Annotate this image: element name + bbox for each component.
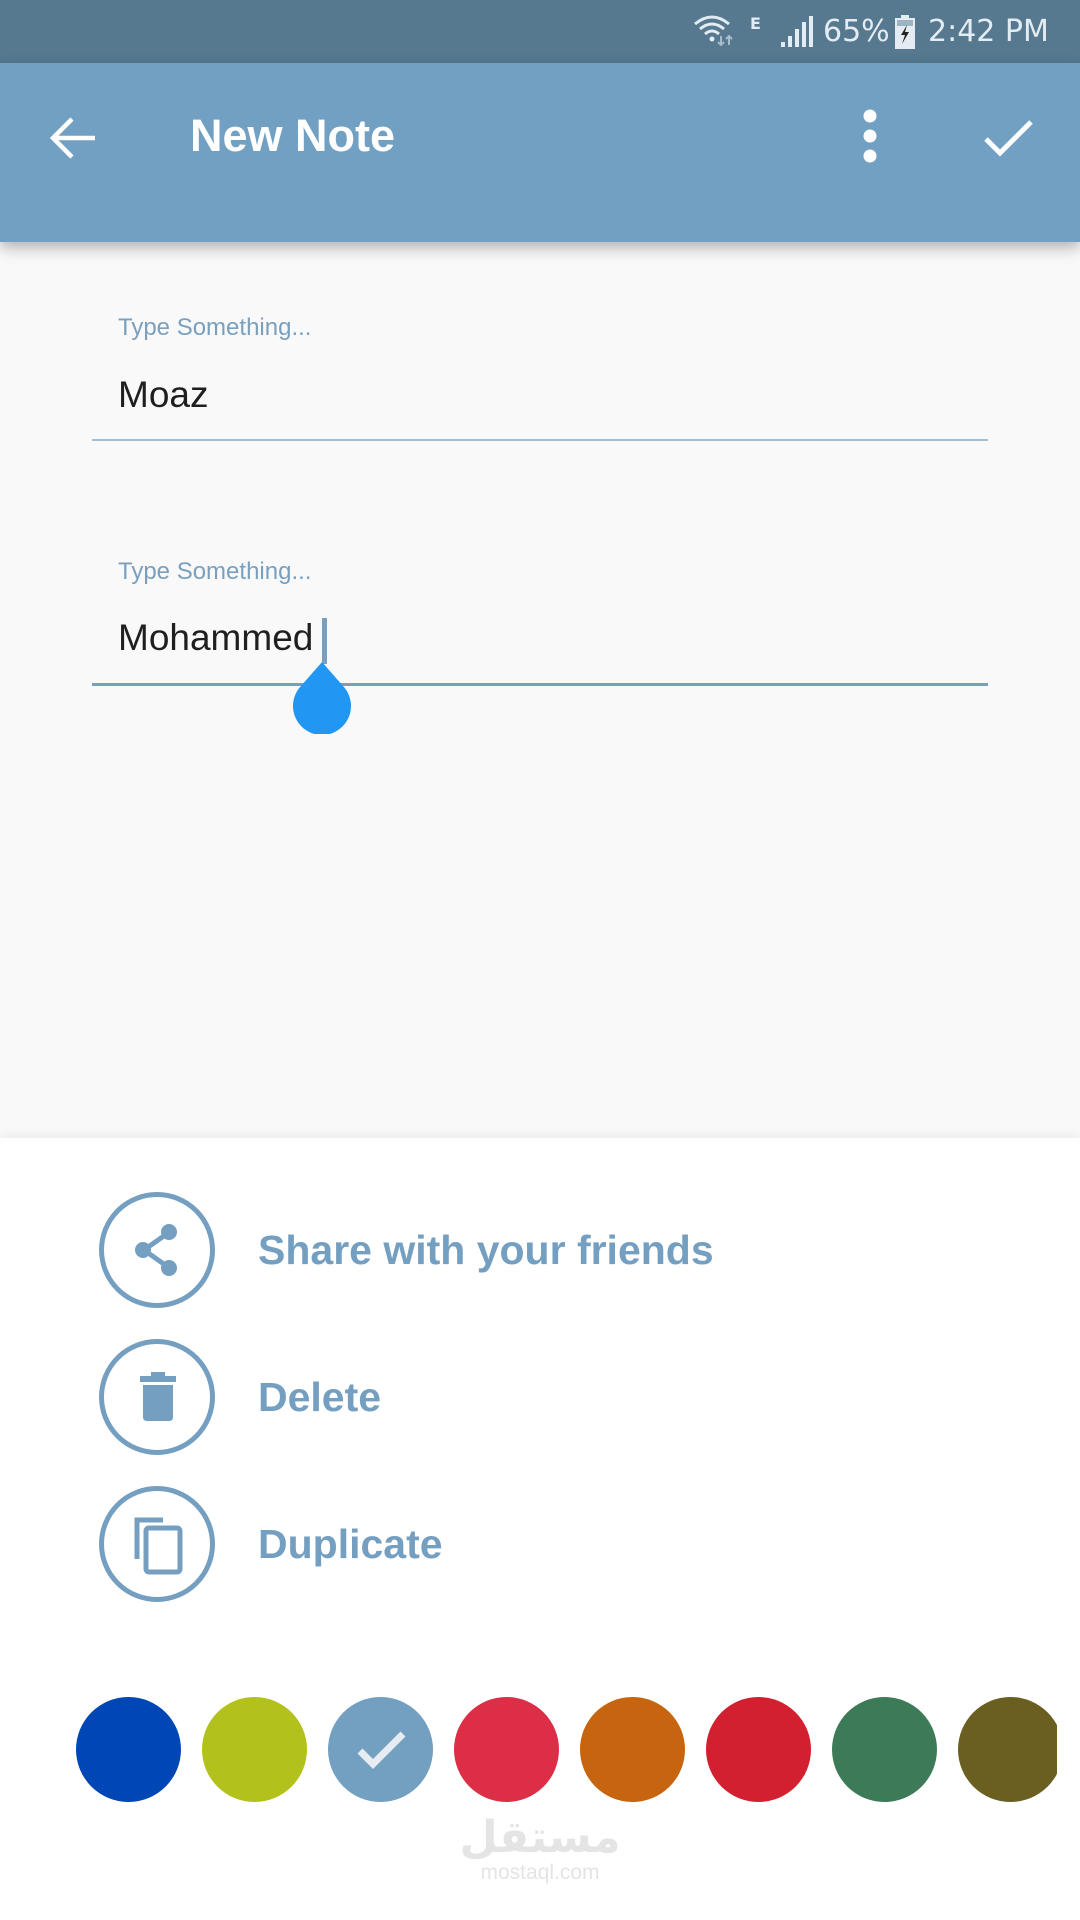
color-swatch[interactable] <box>706 1697 811 1802</box>
delete-action[interactable]: Delete <box>0 1332 1080 1462</box>
check-icon <box>357 1731 406 1769</box>
content-input[interactable] <box>118 616 978 660</box>
color-swatch[interactable] <box>454 1697 559 1802</box>
app-bar: New Note <box>0 63 1080 242</box>
network-type: E <box>750 14 761 33</box>
more-vert-icon <box>863 109 877 163</box>
color-swatch[interactable] <box>958 1697 1057 1802</box>
share-icon-circle <box>99 1192 215 1308</box>
trash-icon <box>140 1372 176 1421</box>
back-button[interactable] <box>40 103 110 173</box>
delete-label: Delete <box>258 1374 382 1420</box>
page-title: New Note <box>190 110 396 161</box>
check-icon <box>984 120 1033 157</box>
copy-icon <box>134 1517 183 1575</box>
color-swatch[interactable] <box>202 1697 307 1802</box>
duplicate-action[interactable]: Duplicate <box>0 1479 1080 1609</box>
duplicate-icon-circle <box>99 1486 215 1602</box>
status-bar: E 65% 2:42 PM <box>0 0 1080 63</box>
duplicate-label: Duplicate <box>258 1521 443 1567</box>
watermark: مستقل mostaql.com <box>440 1815 640 1885</box>
battery-percent: 65% <box>823 14 890 49</box>
share-label: Share with your friends <box>258 1227 714 1273</box>
save-button[interactable] <box>975 103 1045 173</box>
title-field-label: Type Something... <box>118 314 312 341</box>
watermark-arabic: مستقل <box>459 1812 621 1863</box>
content-input-underline <box>92 683 988 686</box>
battery-charging-icon <box>895 15 915 49</box>
color-swatch[interactable] <box>76 1697 181 1802</box>
bottom-sheet: Share with your friends Delete Duplicate <box>0 1138 1080 1920</box>
wifi-icon <box>694 15 733 47</box>
share-icon <box>135 1224 177 1276</box>
color-swatch[interactable] <box>580 1697 685 1802</box>
title-input-underline <box>92 439 988 441</box>
color-swatch[interactable] <box>832 1697 937 1802</box>
clock: 2:42 PM <box>928 14 1049 49</box>
signal-icon <box>781 16 813 47</box>
delete-icon-circle <box>99 1339 215 1455</box>
watermark-latin: mostaql.com <box>480 1861 600 1884</box>
title-input[interactable] <box>118 373 978 417</box>
arrow-left-icon <box>49 117 95 159</box>
color-swatch[interactable] <box>328 1697 433 1802</box>
more-options-button[interactable] <box>845 98 895 178</box>
content-field-label: Type Something... <box>118 558 312 585</box>
share-action[interactable]: Share with your friends <box>0 1185 1080 1315</box>
cursor-handle[interactable] <box>290 658 354 734</box>
